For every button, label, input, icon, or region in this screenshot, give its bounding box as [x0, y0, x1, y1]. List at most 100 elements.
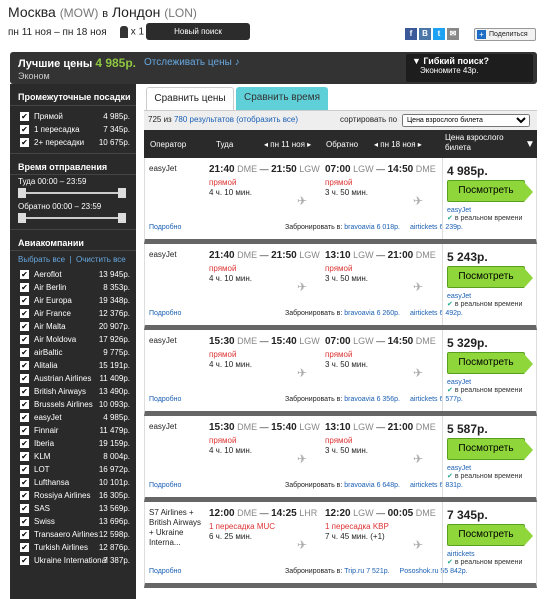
twitter-icon[interactable]: t	[433, 28, 445, 40]
source-link[interactable]: easyJet	[447, 379, 535, 387]
checkbox-icon[interactable]: ✔	[20, 361, 29, 370]
checkbox-icon[interactable]: ✔	[20, 309, 29, 318]
book-link-1[interactable]: bravoavia 6 648р.	[344, 482, 400, 489]
new-search-button[interactable]: Новый поиск	[146, 23, 250, 40]
checkbox-icon[interactable]: ✔	[20, 322, 29, 331]
details-link[interactable]: Подробно	[149, 224, 181, 231]
airline-filter-row[interactable]: ✔ Air Malta 20 907р.	[10, 320, 136, 333]
view-deal-button[interactable]: Посмотреть	[447, 524, 533, 546]
source-link[interactable]: easyJet	[447, 293, 535, 301]
view-deal-button[interactable]: Посмотреть	[447, 180, 533, 202]
sort-select[interactable]: Цена взрослого билета	[402, 114, 530, 127]
airline-filter-row[interactable]: ✔ SAS 13 569р.	[10, 502, 136, 515]
source-link[interactable]: easyJet	[447, 207, 535, 215]
checkbox-icon[interactable]: ✔	[20, 413, 29, 422]
airline-filter-row[interactable]: ✔ Air Europa 19 348р.	[10, 294, 136, 307]
price-column: 5 329р. Посмотреть easyJet ✔ в реальном вре…	[442, 330, 537, 411]
checkbox-icon[interactable]: ✔	[20, 439, 29, 448]
checkbox-icon[interactable]: ✔	[20, 125, 29, 134]
header: Москва (MOW) в Лондон (LON) пн 11 ноя – …	[0, 0, 547, 50]
email-icon[interactable]: ✉	[447, 28, 459, 40]
book-link-1[interactable]: bravoavia 6 356р.	[344, 396, 400, 403]
checkbox-icon[interactable]: ✔	[20, 112, 29, 121]
back-time-slider[interactable]	[18, 213, 126, 225]
airline-filter-row[interactable]: ✔ KLM 8 004р.	[10, 450, 136, 463]
checkbox-icon[interactable]: ✔	[20, 387, 29, 396]
select-all-link[interactable]: Выбрать все	[18, 255, 65, 264]
airline-filter-row[interactable]: ✔ Swiss 13 696р.	[10, 515, 136, 528]
show-all-link[interactable]: 780 результатов (отобразить все)	[174, 115, 298, 124]
view-deal-button[interactable]: Посмотреть	[447, 352, 533, 374]
checkbox-icon[interactable]: ✔	[20, 138, 29, 147]
checkbox-icon[interactable]: ✔	[20, 478, 29, 487]
details-link[interactable]: Подробно	[149, 482, 181, 489]
col-back-date[interactable]: ◂ пн 18 ноя ▸	[374, 140, 422, 149]
facebook-icon[interactable]: f	[405, 28, 417, 40]
checkbox-icon[interactable]: ✔	[20, 270, 29, 279]
airline-filter-row[interactable]: ✔ Alitalia 15 191р.	[10, 359, 136, 372]
checkbox-icon[interactable]: ✔	[20, 504, 29, 513]
book-label: Забронировать в:	[285, 482, 343, 489]
airline-filter-row[interactable]: ✔ Air Berlin 8 353р.	[10, 281, 136, 294]
flexible-search-saving: Экономите 43р.	[420, 66, 479, 75]
airline-filter-row[interactable]: ✔ Brussels Airlines 10 093р.	[10, 398, 136, 411]
track-prices-link[interactable]: Отслеживать цены ♪	[144, 57, 240, 68]
airline-filter-row[interactable]: ✔ Lufthansa 10 101р.	[10, 476, 136, 489]
airline-filter-row[interactable]: ✔ British Airways 13 490р.	[10, 385, 136, 398]
there-times: 21:40 DME — 21:50 LGW	[209, 250, 320, 261]
source-link[interactable]: easyJet	[447, 465, 535, 473]
there-time-slider[interactable]	[18, 188, 126, 200]
airline-filter-row[interactable]: ✔ easyJet 4 985р.	[10, 411, 136, 424]
checkbox-icon[interactable]: ✔	[20, 348, 29, 357]
airline-filter-row[interactable]: ✔ Iberia 19 159р.	[10, 437, 136, 450]
stop-filter-row[interactable]: ✔ Прямой 4 985р.	[10, 110, 136, 123]
checkbox-icon[interactable]: ✔	[20, 530, 29, 539]
checkbox-icon[interactable]: ✔	[20, 374, 29, 383]
tab-compare-prices[interactable]: Сравнить цены	[146, 87, 234, 110]
checkbox-icon[interactable]: ✔	[20, 335, 29, 344]
book-link-1[interactable]: bravoavia 6 018р.	[344, 224, 400, 231]
book-link-1[interactable]: Trip.ru 7 521р.	[344, 568, 389, 575]
airline-filter-row[interactable]: ✔ airBaltic 9 775р.	[10, 346, 136, 359]
airline-filter-row[interactable]: ✔ Finnair 11 479р.	[10, 424, 136, 437]
checkbox-icon[interactable]: ✔	[20, 543, 29, 552]
source-link[interactable]: airtickets	[447, 551, 535, 559]
track-prices-label[interactable]: Отслеживать цены	[144, 57, 232, 68]
airlines-title: Авиакомпании	[10, 229, 136, 251]
sort-arrow-icon[interactable]: ▼	[525, 139, 535, 150]
airline-filter-row[interactable]: ✔ Aeroflot 13 945р.	[10, 268, 136, 281]
results-count: 725 из 780 результатов (отобразить все)	[148, 111, 298, 129]
airline-filter-row[interactable]: ✔ Transaero Airlines 12 598р.	[10, 528, 136, 541]
view-deal-button[interactable]: Посмотреть	[447, 438, 533, 460]
details-link[interactable]: Подробно	[149, 568, 181, 575]
airline-filter-row[interactable]: ✔ Ukraine International 7 387р.	[10, 554, 136, 567]
airline-filter-row[interactable]: ✔ Rossiya Airlines 16 305р.	[10, 489, 136, 502]
checkbox-icon[interactable]: ✔	[20, 426, 29, 435]
airline-filter-row[interactable]: ✔ Turkish Airlines 12 876р.	[10, 541, 136, 554]
tab-compare-time[interactable]: Сравнить время	[236, 87, 328, 110]
stop-filter-row[interactable]: ✔ 2+ пересадки 10 675р.	[10, 136, 136, 149]
vk-icon[interactable]: В	[419, 28, 431, 40]
airline-filter-row[interactable]: ✔ Air Moldova 17 926р.	[10, 333, 136, 346]
checkbox-icon[interactable]: ✔	[20, 556, 29, 565]
checkbox-icon[interactable]: ✔	[20, 400, 29, 409]
checkbox-icon[interactable]: ✔	[20, 452, 29, 461]
share-button[interactable]: Поделиться	[474, 28, 536, 41]
airline-filter-row[interactable]: ✔ LOT 16 972р.	[10, 463, 136, 476]
checkbox-icon[interactable]: ✔	[20, 517, 29, 526]
checkbox-icon[interactable]: ✔	[20, 491, 29, 500]
checkbox-icon[interactable]: ✔	[20, 296, 29, 305]
book-link-1[interactable]: bravoavia 6 260р.	[344, 310, 400, 317]
airline-filter-row[interactable]: ✔ Air France 12 376р.	[10, 307, 136, 320]
checkbox-icon[interactable]: ✔	[20, 283, 29, 292]
airline-filter-price: 12 876р.	[98, 543, 130, 552]
details-link[interactable]: Подробно	[149, 310, 181, 317]
clear-all-link[interactable]: Очистить все	[76, 255, 126, 264]
airline-filter-row[interactable]: ✔ Austrian Airlines 11 409р.	[10, 372, 136, 385]
flexible-search-box[interactable]: ▼ Гибкий поиск? Экономите 43р.	[406, 54, 533, 82]
col-there-date[interactable]: ◂ пн 11 ноя ▸	[264, 140, 311, 149]
details-link[interactable]: Подробно	[149, 396, 181, 403]
checkbox-icon[interactable]: ✔	[20, 465, 29, 474]
stop-filter-row[interactable]: ✔ 1 пересадка 7 345р.	[10, 123, 136, 136]
view-deal-button[interactable]: Посмотреть	[447, 266, 533, 288]
